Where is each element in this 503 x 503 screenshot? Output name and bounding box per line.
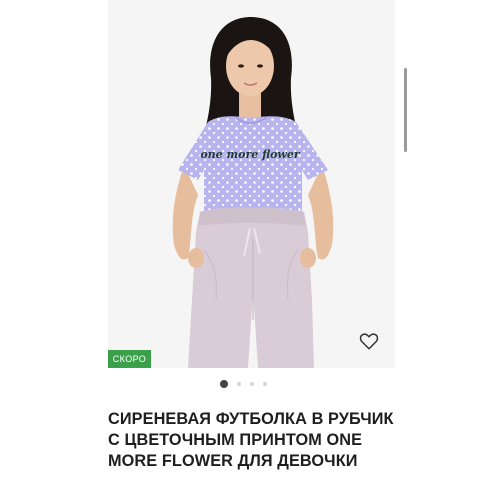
product-photo: one more flower [172, 17, 334, 368]
pagination-dot[interactable] [237, 382, 241, 386]
product-image-gallery[interactable]: one more flower СКОРО [108, 0, 395, 368]
status-badge: СКОРО [108, 350, 151, 368]
pagination-dot[interactable] [263, 382, 267, 386]
heart-outline-icon[interactable] [358, 330, 380, 352]
pagination-dot-active[interactable] [220, 380, 228, 388]
pagination-dot[interactable] [250, 382, 254, 386]
product-title: СИРЕНЕВАЯ ФУТБОЛКА В РУБЧИК С ЦВЕТОЧНЫМ … [108, 410, 394, 470]
scrollbar[interactable] [404, 68, 407, 152]
gallery-pagination[interactable] [220, 379, 267, 389]
shirt-print-text: one more flower [200, 148, 301, 161]
